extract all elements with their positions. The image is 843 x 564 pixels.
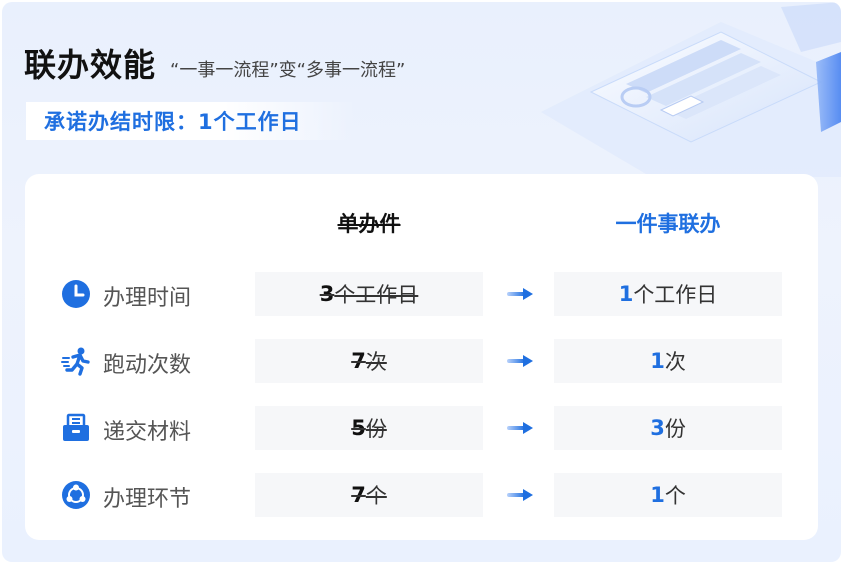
arrow-right-icon: [507, 288, 533, 300]
table-row: 办理时间 3 个工作日 1 个工作日: [25, 272, 818, 316]
column-header-joint: 一件事联办: [615, 212, 721, 236]
document-box-icon: [63, 413, 89, 441]
row-label: 跑动次数: [103, 353, 192, 378]
table-row: 办理环节 7个 1个: [25, 473, 818, 517]
table-row: 递交材料 5份 3份: [25, 406, 818, 450]
joint-value: 1次: [554, 339, 782, 383]
single-value: 7个: [255, 473, 483, 517]
document-illustration: [541, 2, 841, 177]
arrow-right-icon: [507, 489, 533, 501]
table-row: 跑动次数 7次 1次: [25, 339, 818, 383]
header: 联办效能 “一事一流程”变“多事一流程”: [24, 40, 405, 86]
promise-banner: 承诺办结时限：1个工作日: [26, 102, 356, 140]
page-title: 联办效能: [24, 46, 157, 84]
page-subtitle: “一事一流程”变“多事一流程”: [170, 60, 406, 81]
single-value: 7次: [255, 339, 483, 383]
joint-value: 1个: [554, 473, 782, 517]
promise-text: 承诺办结时限：1个工作日: [44, 110, 302, 134]
column-header-single: 单办件: [337, 212, 401, 236]
clock-icon: [62, 280, 90, 308]
row-label: 办理环节: [103, 487, 192, 512]
comparison-panel: 单办件 一件事联办 办理时间 3 个工作日 1 个工作日 跑动次数 7次 1 次…: [25, 174, 818, 540]
arrow-right-icon: [507, 422, 533, 434]
single-value: 5份: [255, 406, 483, 450]
arrow-right-icon: [507, 355, 533, 367]
row-label: 办理时间: [103, 286, 192, 311]
single-value: 3 个工作日: [255, 272, 483, 316]
running-person-icon: [61, 347, 90, 376]
joint-value: 1 个工作日: [554, 272, 782, 316]
process-cycle-icon: [62, 481, 90, 509]
joint-value: 3份: [554, 406, 782, 450]
row-label: 递交材料: [103, 420, 192, 445]
